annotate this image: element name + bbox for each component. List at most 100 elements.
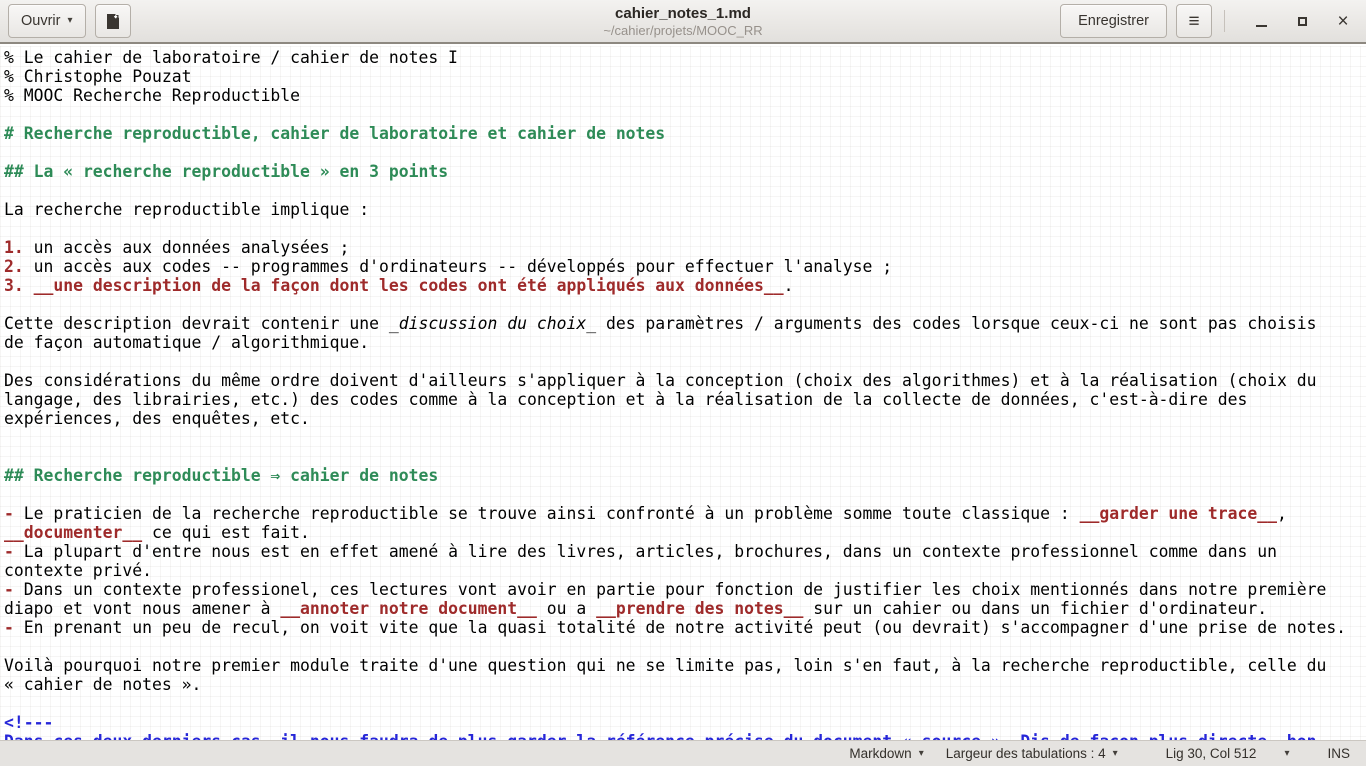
save-button-label: Enregistrer: [1078, 13, 1149, 29]
text-run: sur un cahier ou dans un fichier d'ordin…: [803, 599, 1267, 618]
chevron-down-icon: ▾: [919, 748, 924, 759]
input-mode-indicator: INS: [1327, 746, 1350, 761]
text-run: 2.: [4, 257, 24, 276]
editor-line: 3. __une description de la façon dont le…: [4, 276, 1366, 295]
editor-line: 2. un accès aux codes -- programmes d'or…: [4, 257, 1366, 276]
text-run: Des considérations du même ordre doivent…: [4, 371, 1316, 390]
text-editor-area[interactable]: % Le cahier de laboratoire / cahier de n…: [0, 46, 1366, 740]
language-selector[interactable]: Markdown ▾: [849, 746, 923, 761]
header-separator: [1224, 10, 1225, 32]
hamburger-menu-icon: ≡: [1188, 12, 1199, 31]
text-run: Cette description devrait contenir une: [4, 314, 389, 333]
editor-line: - Dans un contexte professionel, ces lec…: [4, 580, 1366, 599]
text-run: -: [4, 542, 14, 561]
editor-line: [4, 485, 1366, 504]
input-mode-label: INS: [1327, 746, 1350, 761]
text-run: contexte privé.: [4, 561, 152, 580]
text-run: ce qui est fait.: [142, 523, 310, 542]
text-run: __garder une trace__: [1080, 504, 1277, 523]
text-run: ## Recherche reproductible ⇒ cahier de n…: [4, 466, 438, 485]
text-run: <!---: [4, 713, 53, 732]
document-path: ~/cahier/projets/MOOC_RR: [603, 23, 762, 38]
editor-line: expériences, des enquêtes, etc.: [4, 409, 1366, 428]
header-bar: Ouvrir ▾ cahier_notes_1.md ~/cahier/proj…: [0, 0, 1366, 44]
minimize-button[interactable]: [1246, 6, 1276, 36]
text-run: En prenant un peu de recul, on voit vite…: [14, 618, 1346, 637]
text-run: __documenter__: [4, 523, 142, 542]
text-run: % Christophe Pouzat: [4, 67, 192, 86]
editor-line: [4, 447, 1366, 466]
editor-line: [4, 143, 1366, 162]
editor-line: [4, 295, 1366, 314]
close-icon: ×: [1337, 12, 1348, 31]
document-title: cahier_notes_1.md: [603, 5, 762, 22]
chevron-down-icon: ▾: [1113, 748, 1118, 759]
chevron-down-icon: ▾: [67, 16, 72, 26]
editor-line: - Le praticien de la recherche reproduct…: [4, 504, 1366, 523]
status-bar: Markdown ▾ Largeur des tabulations : 4 ▾…: [0, 740, 1366, 766]
text-run: Dans ces deux derniers cas, il nous faud…: [4, 732, 1316, 740]
editor-line: [4, 105, 1366, 124]
editor-line: # Recherche reproductible, cahier de lab…: [4, 124, 1366, 143]
header-right-group: Enregistrer ≡ ×: [1060, 4, 1358, 38]
text-run: -: [4, 504, 14, 523]
open-button-label: Ouvrir: [21, 13, 60, 29]
header-left-group: Ouvrir ▾: [8, 4, 131, 38]
text-run: % Le cahier de laboratoire / cahier de n…: [4, 48, 458, 67]
text-run: [24, 276, 34, 295]
open-button[interactable]: Ouvrir ▾: [8, 4, 86, 38]
maximize-button[interactable]: [1287, 6, 1317, 36]
text-run: Voilà pourquoi notre premier module trai…: [4, 656, 1326, 675]
text-run: ,: [1277, 504, 1287, 523]
editor-line: Cette description devrait contenir une _…: [4, 314, 1366, 333]
editor-line: de façon automatique / algorithmique.: [4, 333, 1366, 352]
editor-line: « cahier de notes ».: [4, 675, 1366, 694]
text-run: un accès aux codes -- programmes d'ordin…: [24, 257, 892, 276]
close-button[interactable]: ×: [1328, 6, 1358, 36]
text-run: Dans un contexte professionel, ces lectu…: [14, 580, 1326, 599]
editor-line: diapo et vont nous amener à __annoter no…: [4, 599, 1366, 618]
editor-line: [4, 428, 1366, 447]
text-run: _discussion du choix_: [389, 314, 596, 333]
editor-line: <!---: [4, 713, 1366, 732]
goto-line-button[interactable]: ▾: [1284, 748, 1289, 759]
editor-line: - En prenant un peu de recul, on voit vi…: [4, 618, 1366, 637]
tab-width-label: Largeur des tabulations : 4: [946, 746, 1106, 761]
editor-line: [4, 352, 1366, 371]
editor-line: langage, des librairies, etc.) des codes…: [4, 390, 1366, 409]
text-run: La recherche reproductible implique :: [4, 200, 369, 219]
text-run: langage, des librairies, etc.) des codes…: [4, 390, 1247, 409]
window-title-block: cahier_notes_1.md ~/cahier/projets/MOOC_…: [603, 5, 762, 38]
editor-line: Dans ces deux derniers cas, il nous faud…: [4, 732, 1366, 740]
text-run: ## La « recherche reproductible » en 3 p…: [4, 162, 448, 181]
editor-line: 1. un accès aux données analysées ;: [4, 238, 1366, 257]
chevron-down-icon: ▾: [1284, 748, 1289, 759]
text-run: des paramètres / arguments des codes lor…: [596, 314, 1316, 333]
tab-width-selector[interactable]: Largeur des tabulations : 4 ▾: [946, 746, 1118, 761]
editor-line: __documenter__ ce qui est fait.: [4, 523, 1366, 542]
text-run: 3.: [4, 276, 24, 295]
editor-line: % Christophe Pouzat: [4, 67, 1366, 86]
editor-line: [4, 694, 1366, 713]
editor-line: La recherche reproductible implique :: [4, 200, 1366, 219]
editor-line: ## Recherche reproductible ⇒ cahier de n…: [4, 466, 1366, 485]
menu-button[interactable]: ≡: [1176, 4, 1212, 38]
text-run: -: [4, 618, 14, 637]
text-run: « cahier de notes ».: [4, 675, 201, 694]
text-run: diapo et vont nous amener à: [4, 599, 280, 618]
editor-line: [4, 219, 1366, 238]
text-run: de façon automatique / algorithmique.: [4, 333, 369, 352]
text-run: un accès aux données analysées ;: [24, 238, 350, 257]
editor-line: contexte privé.: [4, 561, 1366, 580]
editor-line: Des considérations du même ordre doivent…: [4, 371, 1366, 390]
editor-line: Voilà pourquoi notre premier module trai…: [4, 656, 1366, 675]
minimize-icon: [1256, 25, 1267, 27]
text-run: -: [4, 580, 14, 599]
new-document-button[interactable]: [95, 4, 131, 38]
save-button[interactable]: Enregistrer: [1060, 4, 1167, 38]
text-run: 1.: [4, 238, 24, 257]
cursor-position-label: Lig 30, Col 512: [1166, 746, 1257, 761]
language-label: Markdown: [849, 746, 911, 761]
text-run: Le praticien de la recherche reproductib…: [14, 504, 1080, 523]
maximize-icon: [1298, 17, 1307, 26]
